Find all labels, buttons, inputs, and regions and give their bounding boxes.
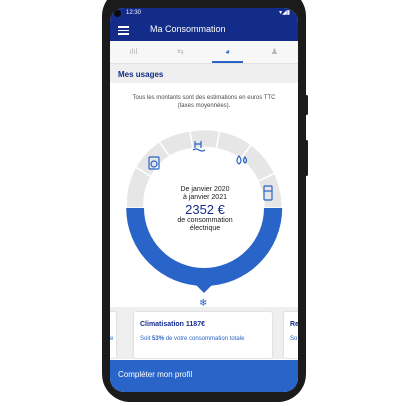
donut-pointer [196, 285, 212, 293]
complete-profile-button[interactable]: Compléter mon profil [110, 360, 298, 392]
phone-frame: 12:30 ▾◢▮ Ma Consommation ılıl ⇆ ◕ ♟ Mes… [102, 0, 306, 402]
donut-segment-4 [188, 128, 221, 150]
usage-card-next[interactable]: Re So [284, 312, 298, 358]
usage-card-climatisation[interactable]: Climatisation 1187€ Soit 53% de votre co… [134, 312, 272, 358]
previous-card-sub: e [110, 336, 114, 342]
usage-card-previous[interactable]: e [110, 312, 116, 358]
climatisation-title: Climatisation 1187€ [140, 321, 205, 328]
usage-donut-chart[interactable] [110, 8, 298, 308]
amount-label-2: électrique [189, 225, 221, 232]
period-end: à janvier 2021 [183, 194, 227, 201]
total-amount: 2352 € [185, 202, 225, 217]
period-start: De janvier 2020 [180, 186, 230, 193]
phone-screen: 12:30 ▾◢▮ Ma Consommation ılıl ⇆ ◕ ♟ Mes… [110, 8, 298, 392]
climatisation-share: Soit 53% de votre consommation totale [140, 336, 245, 342]
snowflake-icon: ❄ [199, 298, 208, 309]
donut-center: De janvier 2020 à janvier 2021 2352 € de… [159, 186, 251, 233]
complete-profile-label: Compléter mon profil [118, 370, 193, 379]
next-card-title: Re [290, 321, 298, 328]
amount-label-1: de consommation [177, 217, 233, 224]
next-card-sub: So [290, 336, 298, 342]
